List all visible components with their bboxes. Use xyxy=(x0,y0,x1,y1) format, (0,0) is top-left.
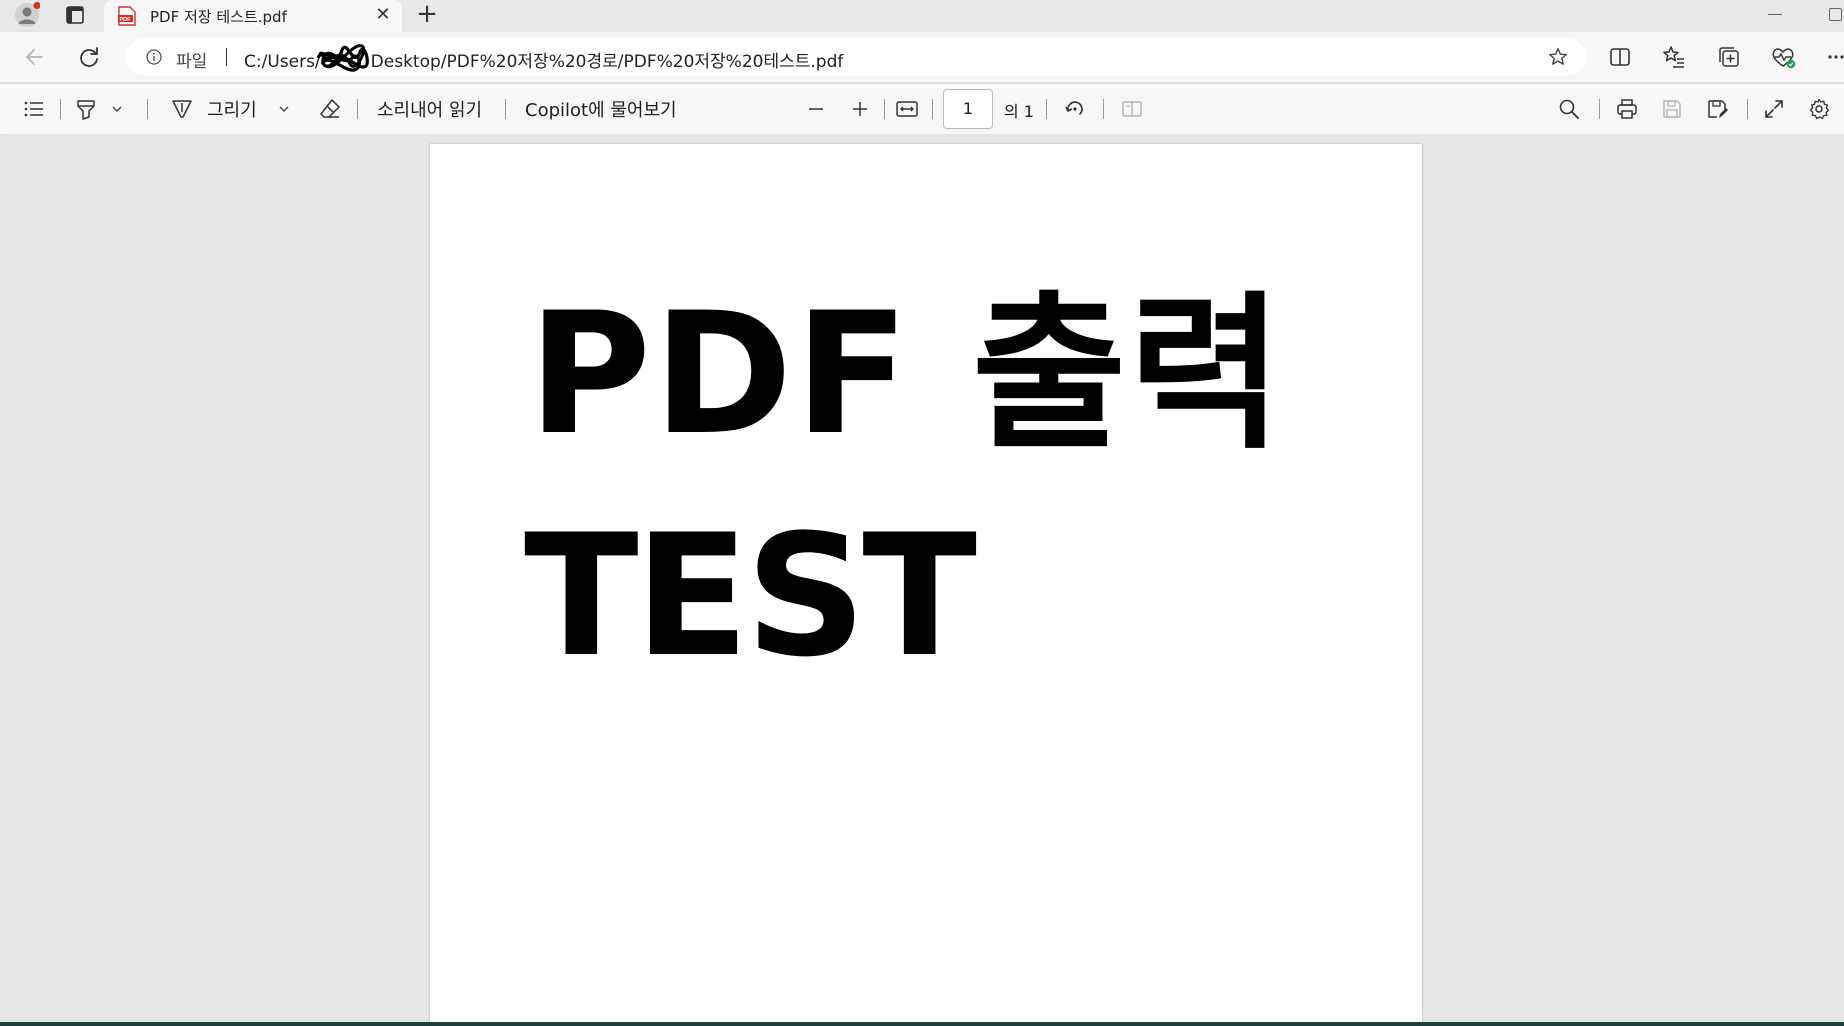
more-options-icon[interactable] xyxy=(1822,42,1844,72)
toolbar-divider xyxy=(357,99,358,119)
page-view-button[interactable] xyxy=(1120,97,1144,121)
ask-copilot-button[interactable]: Copilot에 물어보기 xyxy=(525,96,677,122)
tab-title: PDF 저장 테스트.pdf xyxy=(150,8,287,26)
toolbar-divider xyxy=(1599,99,1600,119)
toolbar-divider xyxy=(884,99,885,119)
fit-to-width-button[interactable] xyxy=(894,97,920,121)
save-as-button[interactable] xyxy=(1705,97,1729,121)
table-of-contents-icon xyxy=(24,101,43,117)
toolbar-divider xyxy=(505,99,506,119)
page-number-input[interactable]: 1 xyxy=(943,89,993,129)
pdf-page: PDF 출력 TEST xyxy=(430,144,1422,1026)
address-divider xyxy=(226,48,227,66)
draw-button[interactable] xyxy=(170,97,194,121)
navigation-bar: 파일 C:/Users/Desktop/PDF%20저장%20경로/PDF%20… xyxy=(0,32,1844,82)
pen-icon xyxy=(172,100,192,118)
zoom-in-button[interactable] xyxy=(848,97,872,121)
address-scheme-label: 파일 xyxy=(176,52,208,72)
expand-icon xyxy=(1765,100,1783,118)
search-icon xyxy=(1559,99,1579,119)
gear-icon xyxy=(1809,98,1830,120)
print-button[interactable] xyxy=(1615,97,1639,121)
chevron-down-icon xyxy=(279,106,289,112)
split-screen-icon[interactable] xyxy=(1605,42,1635,72)
favorites-icon[interactable] xyxy=(1659,42,1689,72)
plus-icon xyxy=(853,102,867,116)
close-tab-icon[interactable]: ✕ xyxy=(372,4,394,26)
print-icon xyxy=(1617,99,1637,119)
title-bar: PDF PDF 저장 테스트.pdf ✕ + xyxy=(0,0,1844,32)
url-prefix: C:/Users/ xyxy=(244,52,321,72)
toolbar-divider xyxy=(147,99,148,119)
pdf-toolbar: 그리기 소리내어 읽기 Copilot에 물어보기 1 의 1 xyxy=(0,83,1844,135)
page-total-label: 의 1 xyxy=(1004,102,1034,121)
pdf-file-icon: PDF xyxy=(118,6,136,26)
two-page-view-icon xyxy=(1122,101,1142,117)
toolbar-divider xyxy=(1747,99,1748,119)
fit-width-icon xyxy=(896,101,918,117)
draw-label[interactable]: 그리기 xyxy=(207,96,257,122)
url-suffix: Desktop/PDF%20저장%20경로/PDF%20저장%20테스트.pdf xyxy=(370,52,844,72)
svg-text:PDF: PDF xyxy=(120,17,132,23)
info-icon[interactable] xyxy=(146,49,162,65)
highlighter-icon xyxy=(77,100,95,120)
document-heading-line2: TEST xyxy=(524,498,977,694)
erase-button[interactable] xyxy=(318,97,342,121)
save-as-icon xyxy=(1708,100,1728,118)
highlight-button[interactable] xyxy=(74,97,98,121)
save-icon xyxy=(1663,100,1681,118)
highlight-options-dropdown[interactable] xyxy=(110,97,124,121)
read-aloud-button[interactable]: 소리내어 읽기 xyxy=(377,96,482,122)
save-button[interactable] xyxy=(1660,97,1684,121)
document-heading-line1: PDF 출력 xyxy=(528,276,1285,472)
back-icon[interactable] xyxy=(20,42,50,72)
toolbar-divider xyxy=(932,99,933,119)
contents-button[interactable] xyxy=(22,97,46,121)
chevron-down-icon xyxy=(112,106,122,112)
toolbar-divider xyxy=(1046,99,1047,119)
rotate-button[interactable] xyxy=(1063,97,1087,121)
find-button[interactable] xyxy=(1557,97,1581,121)
minimize-button[interactable] xyxy=(1768,14,1782,15)
toolbar-divider xyxy=(1103,99,1104,119)
minus-icon xyxy=(809,108,823,110)
address-bar[interactable]: 파일 C:/Users/Desktop/PDF%20저장%20경로/PDF%20… xyxy=(126,38,1586,76)
toolbar-divider xyxy=(60,99,61,119)
maximize-button[interactable] xyxy=(1829,8,1842,21)
collections-icon[interactable] xyxy=(1714,42,1744,72)
tab-actions-icon[interactable] xyxy=(62,2,88,28)
zoom-out-button[interactable] xyxy=(804,97,828,121)
favorite-star-icon[interactable] xyxy=(1548,47,1568,67)
refresh-icon[interactable] xyxy=(74,42,104,72)
rotate-icon xyxy=(1065,101,1083,115)
taskbar-edge xyxy=(0,1022,1844,1026)
tab-pdf-document[interactable]: PDF PDF 저장 테스트.pdf ✕ xyxy=(104,0,402,32)
redaction-scribble xyxy=(316,44,369,72)
new-tab-button[interactable]: + xyxy=(414,1,440,28)
browser-essentials-icon[interactable] xyxy=(1768,42,1798,72)
pdf-viewer[interactable]: PDF 출력 TEST xyxy=(4,134,1844,1026)
full-screen-button[interactable] xyxy=(1762,97,1786,121)
eraser-icon xyxy=(320,99,340,118)
settings-button[interactable] xyxy=(1807,97,1831,121)
profile-icon[interactable] xyxy=(14,2,40,28)
draw-options-dropdown[interactable] xyxy=(277,97,291,121)
